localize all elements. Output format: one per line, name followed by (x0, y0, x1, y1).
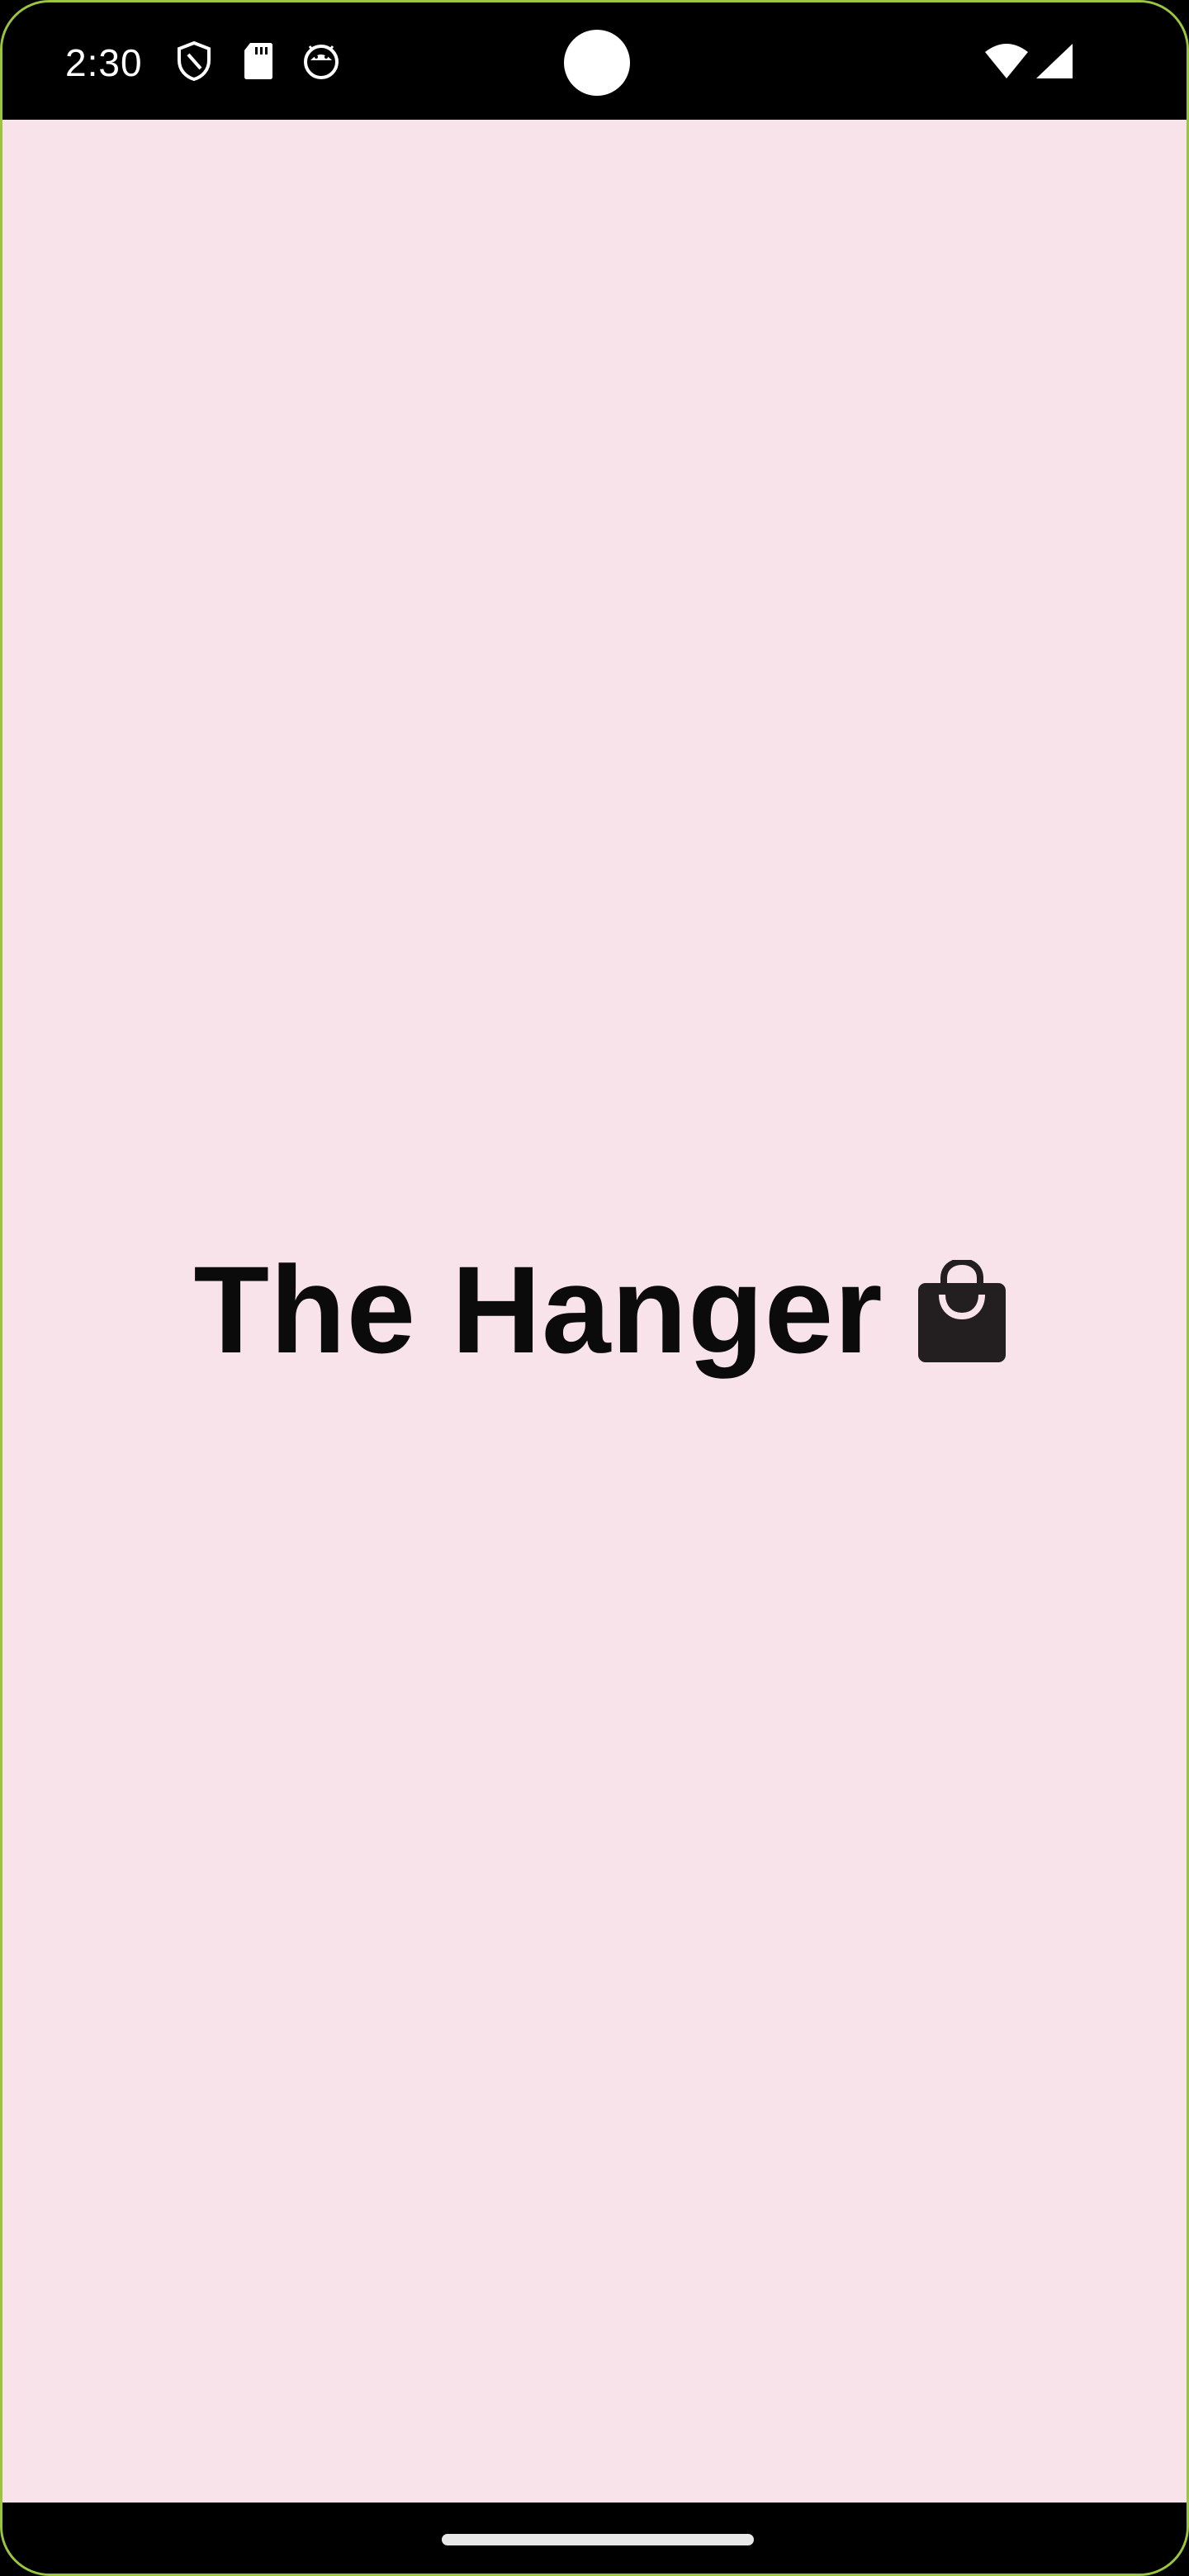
shield-icon (174, 40, 214, 82)
android-face-icon (301, 40, 341, 82)
home-gesture-handle[interactable] (442, 2534, 754, 2545)
status-bar: 2:30 (2, 2, 1187, 120)
brand-logo: The Hanger (2, 1239, 1187, 1380)
splash-screen: The Hanger (2, 120, 1187, 2507)
cellular-signal-icon (1033, 40, 1076, 82)
phone-screen: 2:30 The Hanger (0, 0, 1189, 2576)
app-title: The Hanger (193, 1240, 883, 1379)
shopping-bag-icon (917, 1257, 1007, 1364)
sd-card-icon (239, 40, 278, 82)
system-navigation-bar (2, 2503, 1187, 2574)
front-camera-cutout (564, 30, 630, 96)
status-time: 2:30 (65, 41, 143, 84)
wifi-icon (983, 40, 1030, 82)
